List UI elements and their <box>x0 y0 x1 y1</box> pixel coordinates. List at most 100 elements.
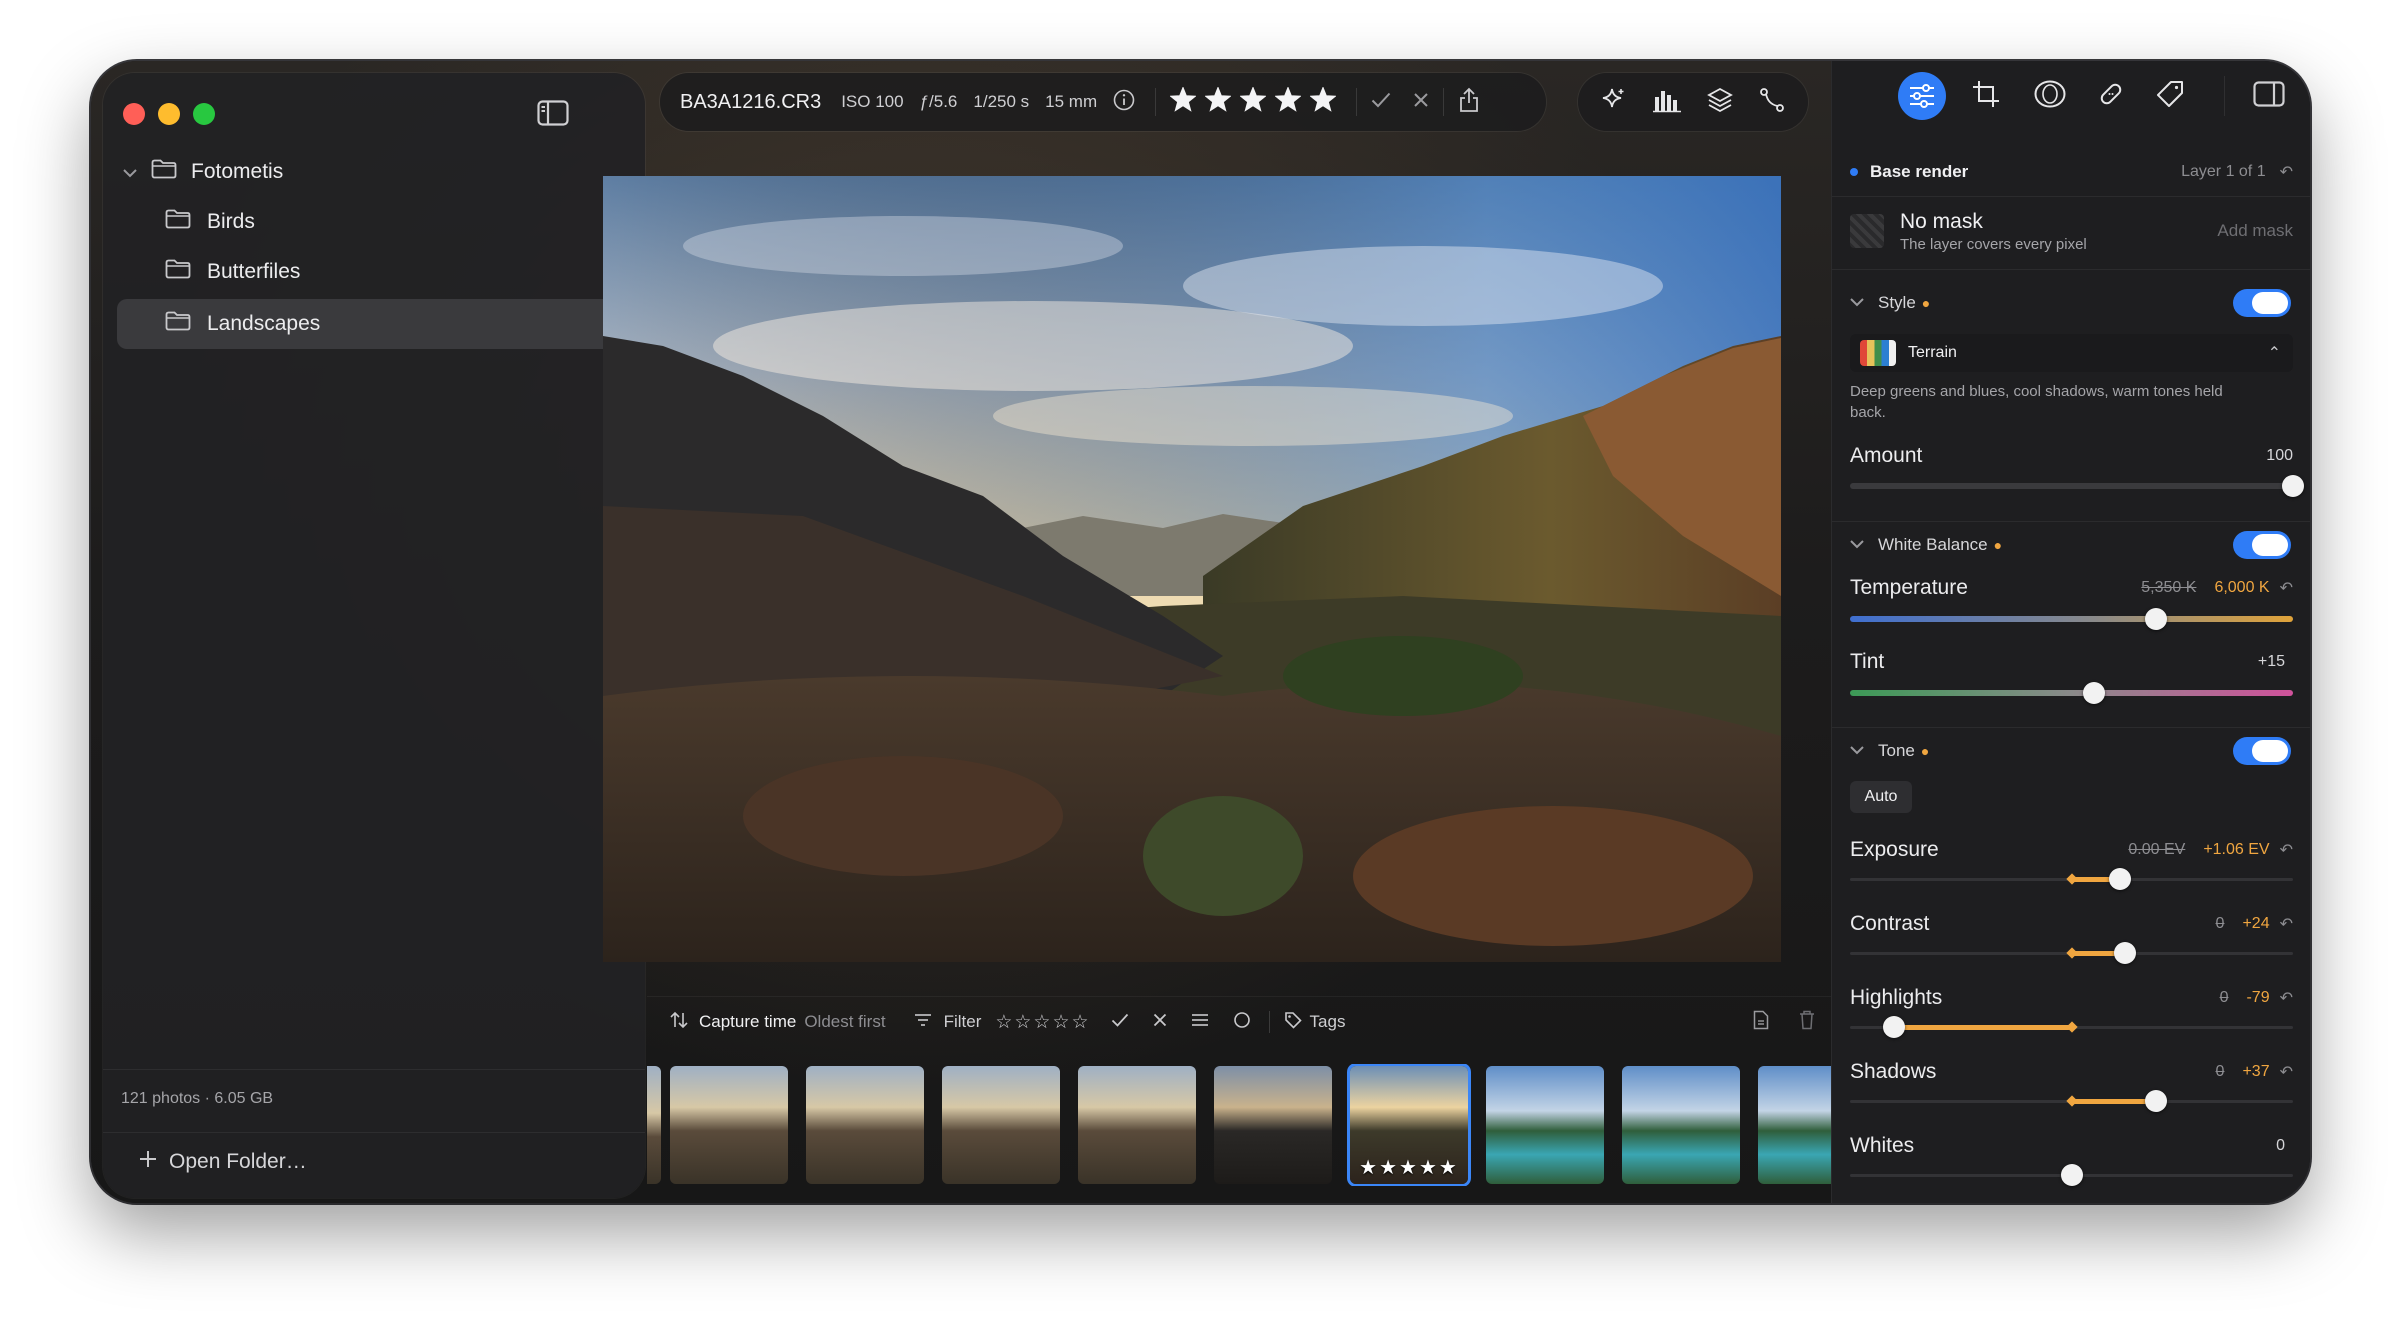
tone-slider-label: Highlights <box>1850 986 1943 1009</box>
layer-dot <box>1850 168 1858 176</box>
tint-slider-knob[interactable] <box>2082 682 2105 704</box>
style-preset-select[interactable]: Terrain ⌃ <box>1850 334 2293 372</box>
temperature-slider-knob[interactable] <box>2144 608 2167 630</box>
sort-field[interactable]: Capture time <box>699 1012 796 1032</box>
tone-section-header[interactable]: Tone ● <box>1850 733 2293 769</box>
inspector-toggle-icon[interactable] <box>2253 80 2285 112</box>
reset-icon[interactable]: ↶ <box>2280 578 2293 598</box>
chevron-down-icon[interactable] <box>123 160 137 184</box>
histogram-icon[interactable] <box>1652 87 1682 118</box>
rating-stars[interactable] <box>1169 86 1337 117</box>
rejected-filter-icon[interactable] <box>1153 1012 1167 1032</box>
photo-info-toolbar: BA3A1216.CR3 ISO 100 ƒ/5.6 1/250 s 15 mm <box>660 73 1546 131</box>
filmstrip-thumb[interactable] <box>1214 1066 1332 1184</box>
white-balance-section-header[interactable]: White Balance ● <box>1850 527 2293 563</box>
reset-icon[interactable]: ↶ <box>2280 988 2293 1008</box>
filmstrip-thumb[interactable] <box>1078 1066 1196 1184</box>
sort-order[interactable]: Oldest first <box>804 1012 885 1032</box>
info-icon[interactable] <box>1113 89 1135 116</box>
tone-slider-knob[interactable] <box>2109 868 2132 890</box>
tone-slider-origin-marker <box>2065 1095 2078 1107</box>
vignette-icon[interactable] <box>2034 80 2066 113</box>
close-button[interactable] <box>123 103 145 125</box>
tag-icon[interactable] <box>2156 80 2184 113</box>
folder-icon <box>165 311 191 337</box>
reset-icon[interactable]: ↶ <box>2280 1062 2293 1082</box>
trash-icon[interactable] <box>1799 1010 1815 1035</box>
star-icon[interactable] <box>1274 86 1302 117</box>
style-section-header[interactable]: Style ● <box>1850 285 2293 321</box>
temperature-slider-track[interactable] <box>1850 616 2293 622</box>
sidebar-item-birds[interactable]: Birds <box>117 197 617 247</box>
connection-icon[interactable] <box>1758 86 1786 119</box>
filter-label[interactable]: Filter <box>944 1012 982 1032</box>
amount-slider-track[interactable] <box>1850 483 2293 489</box>
white-balance-toggle[interactable] <box>2233 531 2291 559</box>
amount-slider-knob[interactable] <box>2282 475 2304 497</box>
filmstrip-thumb[interactable] <box>1622 1066 1740 1184</box>
filmstrip-thumb[interactable] <box>806 1066 924 1184</box>
circle-filter-icon[interactable] <box>1233 1011 1251 1034</box>
tint-slider-track[interactable] <box>1850 690 2293 696</box>
tone-toggle[interactable] <box>2233 737 2291 765</box>
minimize-button[interactable] <box>158 103 180 125</box>
star-icon[interactable] <box>1169 86 1197 117</box>
tone-slider-knob[interactable] <box>1883 1016 1906 1038</box>
sidebar-toggle-icon[interactable] <box>533 95 573 131</box>
layers-icon[interactable] <box>1706 86 1734 119</box>
mask-thumbnail[interactable] <box>1850 214 1884 248</box>
filmstrip-thumb[interactable] <box>942 1066 1060 1184</box>
chevron-down-icon[interactable] <box>1850 742 1864 760</box>
sidebar-item-label: Fotometis <box>191 160 284 183</box>
checkmark-icon[interactable] <box>1371 92 1391 113</box>
chevron-updown-icon: ⌃ <box>2267 345 2281 362</box>
reset-icon[interactable]: ↶ <box>2280 840 2293 860</box>
auto-tone-button[interactable]: Auto <box>1850 781 1912 813</box>
sort-arrows-icon[interactable] <box>669 1010 689 1035</box>
add-mask-button[interactable]: Add mask <box>2217 221 2293 241</box>
reset-icon[interactable]: ↶ <box>2280 914 2293 934</box>
filmstrip-thumb[interactable] <box>1486 1066 1604 1184</box>
tag-icon[interactable] <box>1284 1011 1302 1034</box>
filmstrip: ★★★★★ <box>647 1064 1831 1186</box>
crop-icon[interactable] <box>1972 80 2000 113</box>
zoom-button[interactable] <box>193 103 215 125</box>
filmstrip-thumb[interactable] <box>647 1066 661 1184</box>
sidebar-item-landscapes[interactable]: Landscapes <box>117 299 617 349</box>
tint-value: +15 <box>2257 653 2285 670</box>
picked-filter-icon[interactable] <box>1111 1012 1129 1032</box>
tone-slider-knob[interactable] <box>2113 942 2136 964</box>
star-filter[interactable]: ☆☆☆☆☆ <box>995 1011 1090 1034</box>
star-icon[interactable] <box>1309 86 1337 117</box>
sparkle-icon[interactable] <box>1600 86 1628 119</box>
filmstrip-thumb-selected[interactable]: ★★★★★ <box>1350 1066 1468 1184</box>
tone-slider-knob[interactable] <box>2060 1164 2083 1186</box>
document-icon[interactable] <box>1753 1010 1769 1035</box>
tone-slider-label: Contrast <box>1850 912 1930 935</box>
star-icon[interactable] <box>1204 86 1232 117</box>
undo-icon[interactable]: ↶ <box>2280 162 2293 182</box>
bandage-icon[interactable] <box>2096 79 2126 114</box>
sidebar-item-label: Landscapes <box>207 312 321 335</box>
tone-slider-value: 0 <box>2276 1137 2285 1154</box>
sidebar-item-fotometis[interactable]: Fotometis <box>117 147 617 197</box>
tags-label[interactable]: Tags <box>1310 1012 1346 1032</box>
main-photo[interactable] <box>603 176 1781 962</box>
filmstrip-thumb[interactable] <box>670 1066 788 1184</box>
sidebar-item-label: Butterfiles <box>207 260 301 283</box>
reject-x-icon[interactable] <box>1413 92 1429 113</box>
sidebar-item-butterfiles[interactable]: Butterfiles <box>117 247 617 297</box>
star-icon[interactable] <box>1239 86 1267 117</box>
filter-lines-icon[interactable] <box>914 1012 932 1032</box>
tone-slider-knob[interactable] <box>2144 1090 2167 1112</box>
chevron-down-icon[interactable] <box>1850 294 1864 312</box>
share-icon[interactable] <box>1458 87 1480 118</box>
style-toggle[interactable] <box>2233 289 2291 317</box>
chevron-down-icon[interactable] <box>1850 536 1864 554</box>
layer-name[interactable]: Base render <box>1870 162 1968 182</box>
adjustments-tab-icon[interactable] <box>1898 72 1946 120</box>
filmstrip-thumb[interactable] <box>1758 1066 1831 1184</box>
list-filter-icon[interactable] <box>1191 1012 1209 1032</box>
white-balance-label: White Balance <box>1878 535 1988 554</box>
open-folder-button[interactable]: Open Folder… <box>139 1150 307 1174</box>
